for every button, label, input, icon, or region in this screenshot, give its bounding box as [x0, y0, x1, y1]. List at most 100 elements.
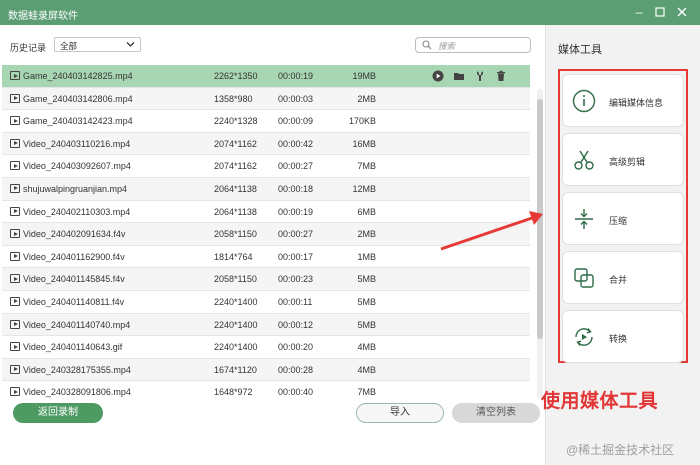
file-resolution: 1674*1120: [214, 364, 257, 375]
file-size: 5MB: [357, 319, 376, 330]
file-row[interactable]: Game_240403142825.mp4 2262*1350 00:00:19 19…: [2, 65, 530, 88]
title-bar: 数据蛙录屏软件 –: [0, 0, 700, 25]
file-row[interactable]: shujuwalpingruanjian.mp4 2064*1138 00:00:1…: [2, 177, 530, 201]
file-name: Game_240403142825.mp4: [23, 71, 133, 81]
close-button[interactable]: [673, 4, 691, 20]
media-tool-compress[interactable]: 压缩: [562, 192, 684, 245]
file-row[interactable]: Video_240401145845.f4v 2058*1150 00:00:23 5…: [2, 268, 530, 291]
file-resolution: 2240*1328: [214, 116, 258, 127]
maximize-icon: [655, 7, 665, 17]
file-size: 19MB: [352, 71, 376, 81]
file-name: shujuwalpingruanjian.mp4: [23, 183, 128, 194]
video-file-icon: [10, 116, 20, 126]
maximize-button[interactable]: [651, 4, 669, 20]
compress-icon: [572, 207, 596, 231]
annotation-text: 使用媒体工具: [541, 391, 659, 412]
video-file-icon: [10, 342, 20, 352]
file-resolution: 2064*1138: [214, 206, 257, 217]
video-file-icon: [10, 161, 20, 171]
list-scrollbar[interactable]: [537, 89, 543, 429]
back-to-record-button[interactable]: 返回录制: [13, 403, 103, 423]
file-row[interactable]: Video_240401140740.mp4 2240*1400 00:00:12 5…: [2, 313, 530, 337]
file-name: Video_240401140643.gif: [23, 342, 123, 353]
file-row[interactable]: Video_240403092607.mp4 2074*1162 00:00:27 7…: [2, 155, 530, 178]
file-row[interactable]: Video_240403110216.mp4 2074*1162 00:00:42 1…: [2, 132, 530, 156]
file-name: Video_240328091806.mp4: [23, 387, 131, 398]
file-row[interactable]: Game_240403142423.mp4 2240*1328 00:00:09 17…: [2, 110, 530, 133]
video-file-icon: [10, 138, 20, 148]
media-tool-convert[interactable]: 转换: [562, 310, 684, 363]
history-filter-select[interactable]: 全部: [54, 37, 141, 52]
file-name: Video_240403110216.mp4: [23, 138, 131, 149]
video-file-icon: [10, 206, 20, 216]
file-name: Video_240401162900.f4v: [23, 251, 125, 262]
video-file-icon: [10, 319, 20, 329]
file-size: 7MB: [357, 161, 376, 172]
video-file-icon: [10, 251, 20, 261]
video-file-icon: [10, 296, 20, 306]
file-row[interactable]: Video_240401140811.f4v 2240*1400 00:00:11 5…: [2, 290, 530, 314]
merge-icon: [572, 266, 596, 290]
convert-icon: [572, 325, 596, 349]
file-size: 5MB: [357, 274, 376, 285]
file-name: Video_240402091634.f4v: [23, 229, 126, 240]
annotation-arrow: [440, 211, 543, 251]
file-size: 1MB: [357, 251, 376, 262]
file-resolution: 2064*1138: [214, 183, 257, 194]
edit-icon[interactable]: [474, 70, 486, 82]
file-resolution: 1358*980: [214, 93, 253, 104]
file-resolution: 2058*1150: [214, 229, 257, 240]
clear-list-button[interactable]: 清空列表: [452, 403, 540, 423]
file-resolution: 1648*972: [214, 387, 253, 398]
media-tool-merge[interactable]: 合并: [562, 251, 684, 304]
file-resolution: 2240*1400: [214, 319, 258, 330]
minimize-button[interactable]: –: [630, 4, 648, 20]
chevron-down-icon: [126, 42, 135, 47]
file-name: Video_240402110303.mp4: [23, 206, 131, 217]
file-name: Video_240401145845.f4v: [23, 274, 125, 285]
row-actions: [432, 70, 516, 82]
media-tool-label: 编辑媒体信息: [609, 98, 664, 108]
file-size: 170KB: [348, 116, 376, 127]
media-tools-highlight: 编辑媒体信息 高级剪辑压缩合并转换: [558, 69, 688, 363]
search-icon: [422, 40, 432, 50]
file-resolution: 2074*1162: [214, 161, 257, 172]
file-size: 6MB: [357, 206, 376, 217]
file-resolution: 2058*1150: [214, 274, 257, 285]
folder-icon[interactable]: [453, 70, 465, 82]
media-tool-label: 合并: [609, 275, 628, 285]
bottom-bar: 返回录制 导入 清空列表: [0, 398, 545, 440]
file-resolution: 2074*1162: [214, 138, 257, 149]
file-name: Video_240401140740.mp4: [23, 319, 131, 330]
file-row[interactable]: Video_240328175355.mp4 1674*1120 00:00:28 4…: [2, 358, 530, 382]
file-name: Video_240328175355.mp4: [23, 364, 131, 375]
media-tool-label: 转换: [609, 334, 628, 344]
video-file-icon: [10, 93, 20, 103]
history-label: 历史记录: [10, 43, 47, 53]
media-tool-scissors[interactable]: 高级剪辑: [562, 133, 684, 186]
file-size: 4MB: [357, 342, 376, 353]
delete-icon[interactable]: [495, 70, 507, 82]
file-name: Video_240403092607.mp4: [23, 161, 131, 172]
search-input[interactable]: 搜索: [415, 37, 531, 53]
import-button[interactable]: 导入: [356, 403, 444, 423]
video-file-icon: [10, 229, 20, 239]
search-placeholder: 搜索: [438, 41, 456, 51]
play-icon[interactable]: [432, 70, 444, 82]
file-row[interactable]: Video_240401140643.gif 2240*1400 00:00:20 4…: [2, 336, 530, 359]
file-size: 2MB: [357, 229, 376, 240]
media-tool-info[interactable]: 编辑媒体信息: [562, 74, 684, 127]
file-resolution: 1814*764: [214, 251, 253, 262]
media-tools-title: 媒体工具: [558, 44, 602, 56]
file-size: 7MB: [357, 387, 376, 398]
media-tool-label: 高级剪辑: [609, 157, 646, 167]
file-row[interactable]: Game_240403142806.mp4 1358*980 00:00:03 2MB: [2, 87, 530, 111]
file-name: Game_240403142423.mp4: [23, 116, 133, 127]
close-icon: [677, 7, 687, 17]
info-icon: [572, 89, 596, 113]
video-file-icon: [10, 387, 20, 397]
video-file-icon: [10, 71, 20, 80]
file-size: 16MB: [352, 138, 376, 149]
history-filter-value: 全部: [60, 41, 78, 51]
scissors-icon: [572, 148, 596, 172]
